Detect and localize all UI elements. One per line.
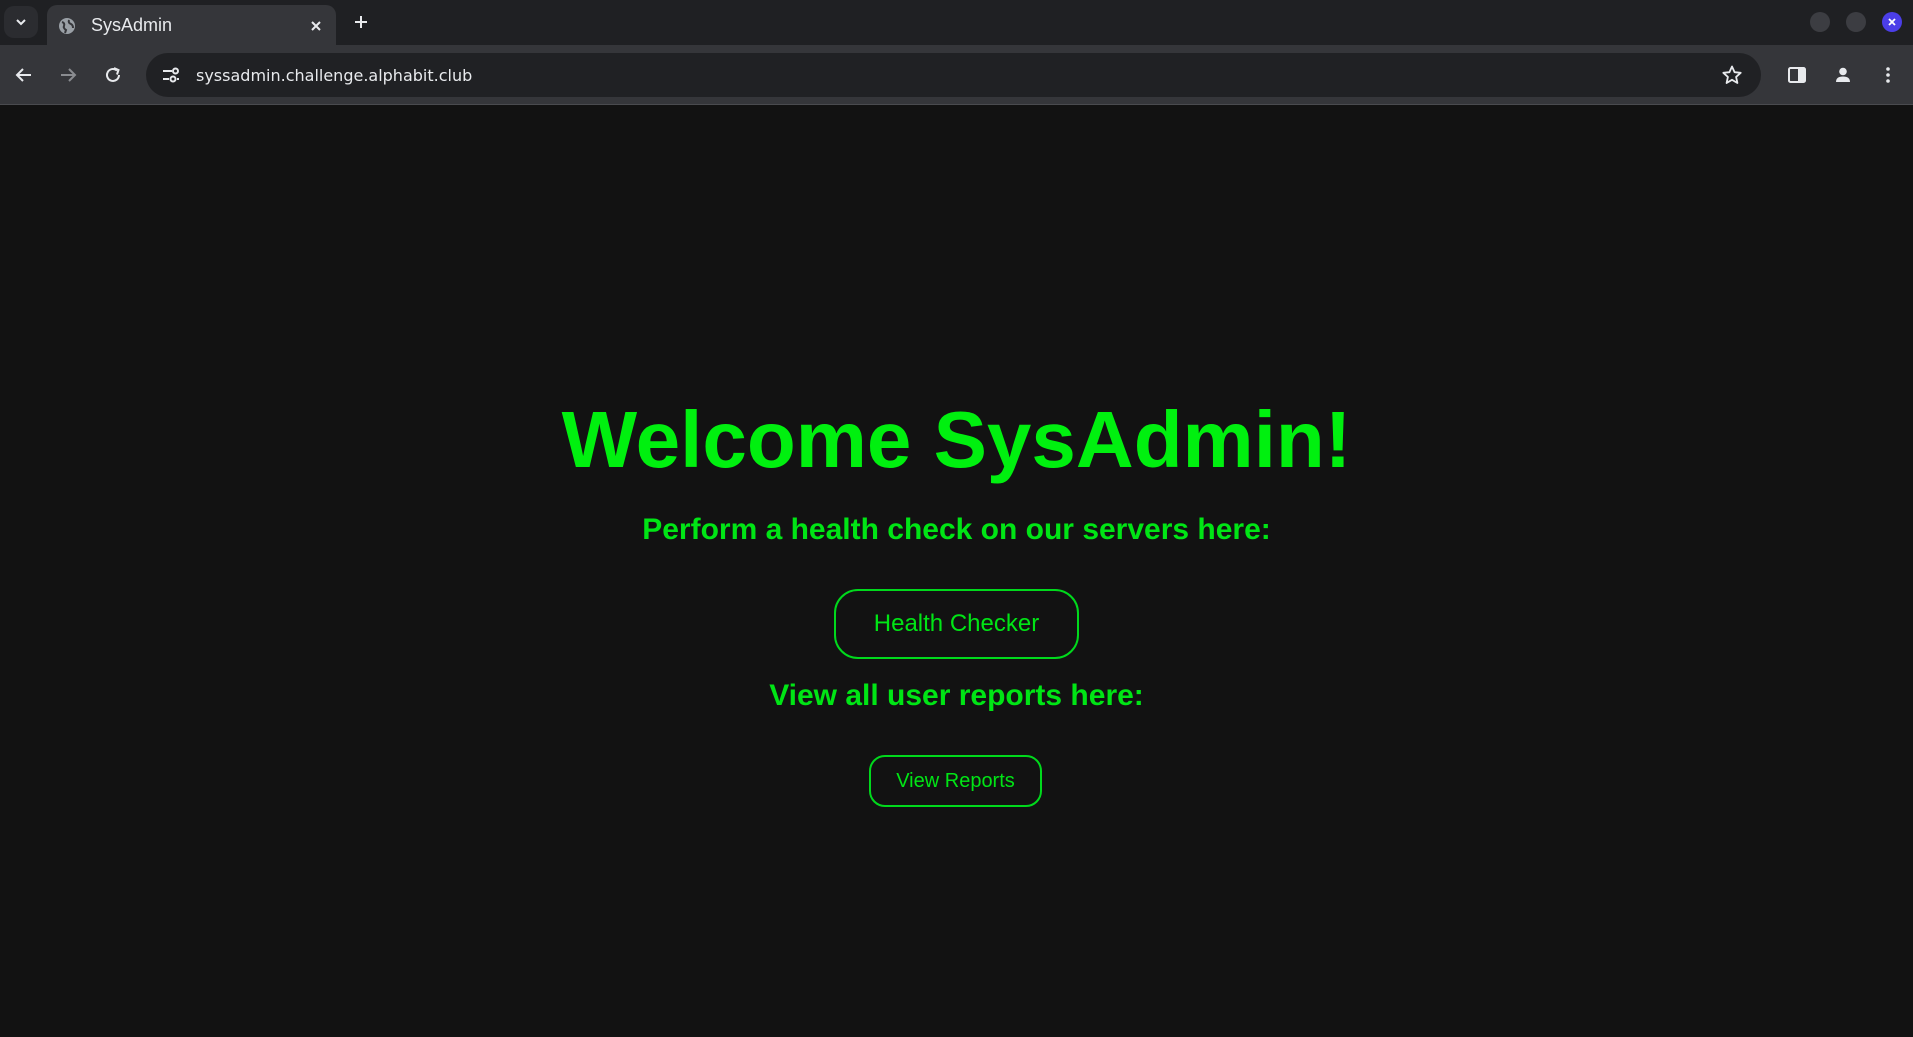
- health-check-prompt: Perform a health check on our servers he…: [642, 513, 1271, 546]
- arrow-right-icon: [58, 65, 78, 85]
- tab-search-button[interactable]: [4, 6, 38, 38]
- reload-button[interactable]: [96, 58, 130, 92]
- minimize-button[interactable]: [1810, 12, 1830, 32]
- chevron-down-icon: [14, 15, 28, 29]
- tab-strip: SysAdmin: [0, 0, 1913, 46]
- close-icon: [1887, 17, 1897, 27]
- close-tab-icon[interactable]: [304, 14, 328, 38]
- page-title: Welcome SysAdmin!: [561, 395, 1352, 484]
- view-reports-button[interactable]: View Reports: [869, 755, 1042, 807]
- bookmark-star-icon[interactable]: [1715, 58, 1749, 92]
- reload-icon: [103, 65, 123, 85]
- tab-title: SysAdmin: [91, 15, 173, 35]
- side-panel-icon: [1787, 65, 1807, 85]
- side-panel-button[interactable]: [1780, 58, 1814, 92]
- active-tab[interactable]: SysAdmin: [47, 5, 336, 46]
- close-window-button[interactable]: [1882, 12, 1902, 32]
- maximize-button[interactable]: [1846, 12, 1866, 32]
- forward-button[interactable]: [51, 58, 85, 92]
- plus-icon: [353, 14, 369, 30]
- site-info-icon[interactable]: [156, 60, 186, 90]
- browser-toolbar: syssadmin.challenge.alphabit.club: [0, 45, 1913, 105]
- menu-button[interactable]: [1871, 58, 1905, 92]
- back-button[interactable]: [7, 58, 41, 92]
- reports-prompt: View all user reports here:: [769, 679, 1144, 712]
- globe-icon: [57, 16, 77, 36]
- address-bar[interactable]: syssadmin.challenge.alphabit.club: [146, 53, 1761, 97]
- health-checker-button[interactable]: Health Checker: [834, 589, 1079, 659]
- profile-icon: [1833, 65, 1853, 85]
- page-content: Welcome SysAdmin! Perform a health check…: [0, 105, 1913, 1037]
- new-tab-button[interactable]: [348, 8, 374, 36]
- profile-button[interactable]: [1826, 58, 1860, 92]
- arrow-left-icon: [14, 65, 34, 85]
- more-vert-icon: [1878, 65, 1898, 85]
- url-text[interactable]: syssadmin.challenge.alphabit.club: [196, 66, 1715, 85]
